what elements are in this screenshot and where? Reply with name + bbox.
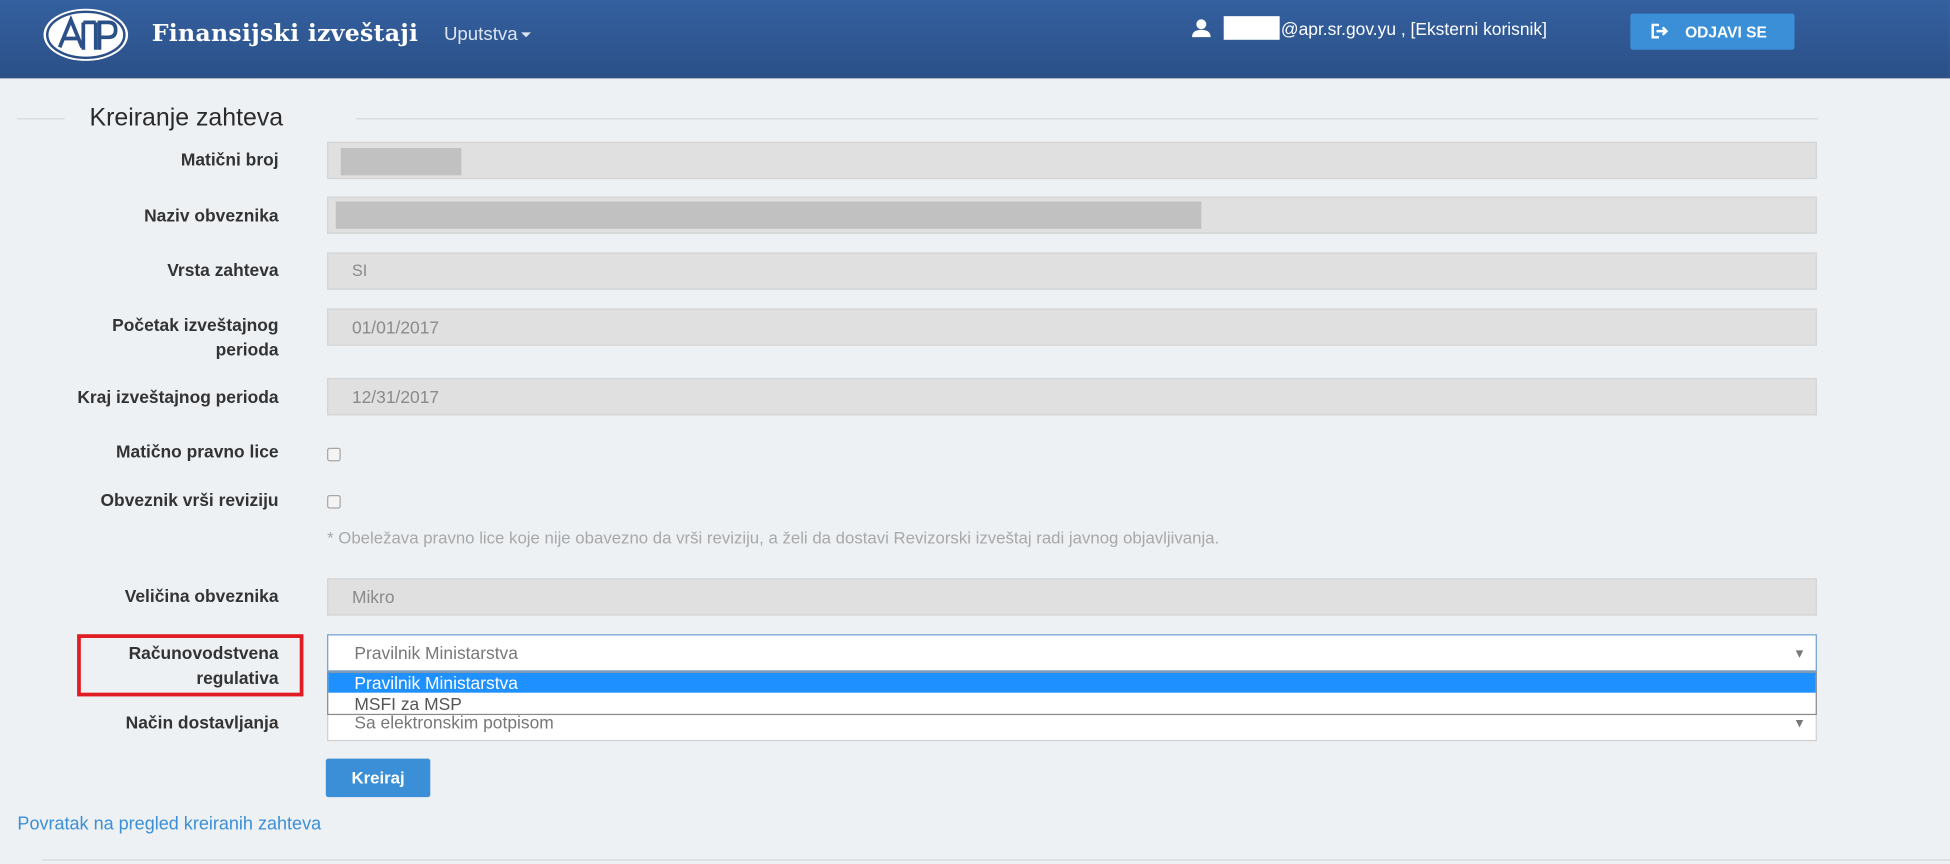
kreiraj-button[interactable]: Kreiraj	[325, 758, 431, 798]
logout-button[interactable]: ODJAVI SE	[1630, 13, 1795, 50]
maticno-pravno-lice-checkbox[interactable]	[327, 447, 341, 462]
regulativa-label-line2: regulativa	[196, 667, 279, 688]
naziv-obveznika-redacted	[335, 201, 1202, 229]
vrsi-reviziju-checkbox[interactable]	[327, 494, 341, 509]
fieldset-border-right	[355, 118, 1819, 120]
dropdown-arrow-icon	[1795, 650, 1804, 658]
form-legend: Kreiranje zahteva	[89, 104, 284, 132]
fieldset-border-left	[17, 118, 65, 120]
pocetak-perioda-label: Početak izveštajnog perioda	[112, 312, 278, 362]
revizija-note: * Obeležava pravno lice koje nije obavez…	[327, 528, 1220, 548]
naziv-obveznika-field[interactable]	[327, 196, 1817, 234]
apr-logo[interactable]	[42, 7, 129, 62]
regulativa-label-line1: Računovodstvena	[128, 642, 279, 663]
kraj-perioda-label: Kraj izveštajnog perioda	[77, 386, 279, 407]
velicina-obveznika-field[interactable]: Mikro	[327, 578, 1817, 616]
top-navbar: Finansijski izveštaji Uputstva @apr.sr.g…	[0, 0, 1950, 79]
logout-label: ODJAVI SE	[1685, 23, 1767, 42]
nacin-dostavljanja-label: Način dostavljanja	[125, 712, 279, 733]
dropdown-arrow-icon	[1795, 720, 1804, 728]
uputstva-menu-label: Uputstva	[443, 23, 518, 45]
uputstva-menu[interactable]: Uputstva	[443, 23, 532, 45]
app-title[interactable]: Finansijski izveštaji	[152, 20, 419, 47]
vrsi-reviziju-label: Obveznik vrši reviziju	[100, 489, 279, 510]
vrsta-zahteva-field[interactable]: SI	[327, 252, 1817, 290]
maticni-broj-field[interactable]	[327, 141, 1817, 180]
regulativa-dropdown-list: Pravilnik Ministarstva MSFI za MSP	[327, 671, 1817, 716]
regulativa-option-msfi[interactable]: MSFI za MSP	[328, 694, 1815, 714]
user-name-redacted	[1223, 16, 1280, 40]
regulativa-option-pravilnik[interactable]: Pravilnik Ministarstva	[328, 672, 1816, 693]
maticni-broj-label: Matični broj	[180, 149, 279, 170]
caret-down-icon	[521, 32, 532, 38]
user-icon	[1191, 19, 1211, 44]
pocetak-perioda-label-line1: Početak izveštajnog	[112, 314, 279, 335]
maticni-broj-redacted	[340, 147, 462, 176]
regulativa-select[interactable]: Pravilnik Ministarstva	[327, 634, 1817, 672]
maticno-pravno-lice-label: Matično pravno lice	[116, 441, 279, 462]
velicina-obveznika-label: Veličina obveznika	[124, 585, 279, 606]
pocetak-perioda-label-line2: perioda	[215, 339, 279, 360]
pocetak-perioda-field[interactable]: 01/01/2017	[327, 308, 1817, 346]
sign-out-icon	[1651, 23, 1669, 43]
back-link[interactable]: Povratak na pregled kreiranih zahteva	[17, 815, 321, 835]
nacin-dostavljanja-value: Sa elektronskim potpisom	[354, 712, 554, 733]
naziv-obveznika-label: Naziv obveznika	[144, 205, 279, 226]
kraj-perioda-field[interactable]: 12/31/2017	[327, 378, 1817, 416]
regulativa-label: Računovodstvena regulativa	[129, 640, 279, 690]
regulativa-selected-value: Pravilnik Ministarstva	[354, 642, 518, 663]
footer-divider	[42, 859, 1950, 861]
user-email: @apr.sr.gov.yu , [Eksterni korisnik]	[1280, 18, 1547, 39]
vrsta-zahteva-label: Vrsta zahteva	[167, 259, 279, 280]
